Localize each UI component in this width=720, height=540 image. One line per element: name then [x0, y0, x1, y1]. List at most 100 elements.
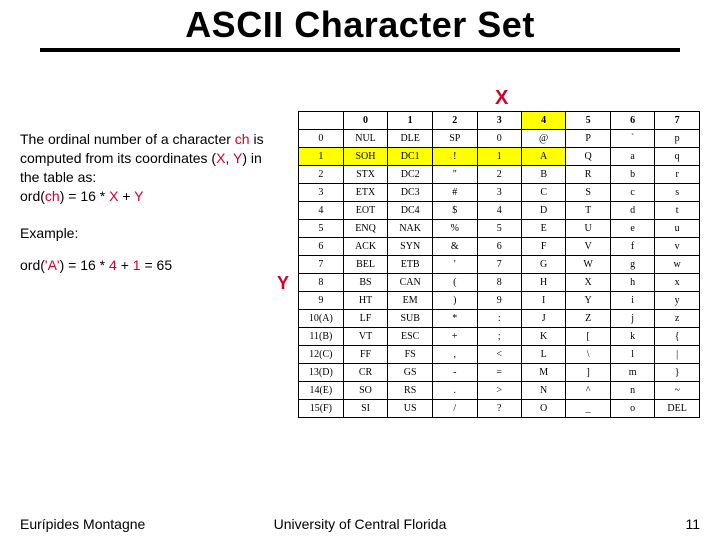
table-row: 10(A)LFSUB*:JZjz	[299, 310, 700, 328]
cell: t	[655, 202, 700, 220]
cell: (	[433, 274, 478, 292]
cell: 3	[477, 184, 521, 202]
cell: SI	[343, 400, 388, 418]
cell: LF	[343, 310, 388, 328]
cell: .	[433, 382, 478, 400]
cell: 9	[477, 292, 521, 310]
cell: J	[521, 310, 565, 328]
row-header: 15(F)	[299, 400, 344, 418]
cell: X	[566, 274, 610, 292]
formula-line: ord(ch) = 16 * X + Y	[20, 187, 270, 206]
cell: 7	[477, 256, 521, 274]
cell: {	[655, 328, 700, 346]
cell: Z	[566, 310, 610, 328]
cell: DC3	[388, 184, 433, 202]
cell: T	[566, 202, 610, 220]
cell: Y	[566, 292, 610, 310]
table-row: 0NULDLESP0@P`p	[299, 130, 700, 148]
cell: |	[655, 346, 700, 364]
cell: HT	[343, 292, 388, 310]
cell: US	[388, 400, 433, 418]
cell: D	[521, 202, 565, 220]
cell: CR	[343, 364, 388, 382]
table-body: 0NULDLESP0@P`p1SOHDC1!1AQaq2STXDC2"2BRbr…	[299, 130, 700, 418]
example-line: ord('A') = 16 * 4 + 1 = 65	[20, 256, 270, 275]
explain-text: The ordinal number of a character ch is …	[20, 130, 270, 275]
cell: y	[655, 292, 700, 310]
row-header: 2	[299, 166, 344, 184]
cell: i	[610, 292, 654, 310]
title-rule	[40, 48, 680, 52]
cell: ESC	[388, 328, 433, 346]
cell: k	[610, 328, 654, 346]
footer: Eurípides Montagne University of Central…	[20, 516, 700, 532]
cell: SUB	[388, 310, 433, 328]
cell: SYN	[388, 238, 433, 256]
cell: P	[566, 130, 610, 148]
cell: l	[610, 346, 654, 364]
cell: _	[566, 400, 610, 418]
table-row: 12(C)FFFS,<L\l|	[299, 346, 700, 364]
cell: RS	[388, 382, 433, 400]
cell: E	[521, 220, 565, 238]
cell: F	[521, 238, 565, 256]
row-header: 6	[299, 238, 344, 256]
cell: 4	[477, 202, 521, 220]
cell: EOT	[343, 202, 388, 220]
cell: \	[566, 346, 610, 364]
cell: *	[433, 310, 478, 328]
explain-paragraph: The ordinal number of a character ch is …	[20, 130, 270, 187]
cell: n	[610, 382, 654, 400]
cell: ^	[566, 382, 610, 400]
cell: /	[433, 400, 478, 418]
cell: FS	[388, 346, 433, 364]
row-header: 1	[299, 148, 344, 166]
cell: R	[566, 166, 610, 184]
cell: =	[477, 364, 521, 382]
cell: o	[610, 400, 654, 418]
cell: #	[433, 184, 478, 202]
row-header: 9	[299, 292, 344, 310]
table-row: 5ENQNAK%5EUeu	[299, 220, 700, 238]
row-header: 10(A)	[299, 310, 344, 328]
cell: NAK	[388, 220, 433, 238]
cell: +	[433, 328, 478, 346]
cell: -	[433, 364, 478, 382]
cell: g	[610, 256, 654, 274]
cell: Q	[566, 148, 610, 166]
col-header: 4	[521, 112, 565, 130]
cell: 1	[477, 148, 521, 166]
cell: `	[610, 130, 654, 148]
cell: '	[433, 256, 478, 274]
cell: FF	[343, 346, 388, 364]
row-header: 4	[299, 202, 344, 220]
cell: ;	[477, 328, 521, 346]
cell: 0	[477, 130, 521, 148]
cell: c	[610, 184, 654, 202]
example-label: Example:	[20, 224, 270, 243]
ascii-table: 01234567 0NULDLESP0@P`p1SOHDC1!1AQaq2STX…	[298, 111, 700, 418]
cell: BS	[343, 274, 388, 292]
cell: 5	[477, 220, 521, 238]
table-row: 4EOTDC4$4DTdt	[299, 202, 700, 220]
cell: @	[521, 130, 565, 148]
slide: ASCII Character Set X Y The ordinal numb…	[0, 0, 720, 540]
cell: SP	[433, 130, 478, 148]
cell: p	[655, 130, 700, 148]
cell: %	[433, 220, 478, 238]
cell: >	[477, 382, 521, 400]
cell: 2	[477, 166, 521, 184]
row-header: 0	[299, 130, 344, 148]
content-area: X Y The ordinal number of a character ch…	[20, 95, 700, 490]
cell: NUL	[343, 130, 388, 148]
cell: &	[433, 238, 478, 256]
cell: DLE	[388, 130, 433, 148]
cell: <	[477, 346, 521, 364]
cell: STX	[343, 166, 388, 184]
cell: 6	[477, 238, 521, 256]
table-header-row: 01234567	[299, 112, 700, 130]
col-header: 1	[388, 112, 433, 130]
cell: ENQ	[343, 220, 388, 238]
cell: h	[610, 274, 654, 292]
row-header: 7	[299, 256, 344, 274]
